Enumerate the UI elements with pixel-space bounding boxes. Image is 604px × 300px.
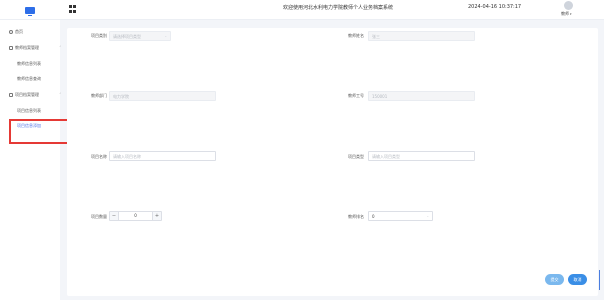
teacher-id-label: 教师工号: [348, 93, 364, 98]
count-value[interactable]: 0: [119, 213, 152, 218]
sidebar-item-teacher-query[interactable]: 教师信息查询: [17, 76, 41, 82]
main-panel: [67, 28, 598, 296]
project-name-placeholder: 请输入项目名称: [113, 154, 141, 159]
teacher-dept-value: 电力学院: [113, 94, 129, 99]
user-name-label: 教师: [561, 11, 569, 16]
chevron-down-icon: ⌄: [164, 34, 167, 38]
user-menu[interactable]: 教师▾: [561, 11, 572, 17]
project-type-placeholder: 请输入项目类型: [372, 154, 400, 159]
category-label: 项目类别: [91, 33, 107, 38]
category-select[interactable]: 请选择项目类型 ⌄: [109, 31, 171, 41]
sidebar-item-label: 首页: [15, 29, 23, 34]
top-header: 欢迎使用河北水利电力学院教师个人业务档案系统 2024-04-16 10:37:…: [0, 0, 604, 20]
project-name-label: 项目名称: [91, 154, 107, 159]
sidebar: 首页 教师档案管理 ⌃ 教师信息列表 教师信息查询 项目档案管理 ⌃ 项目信息列…: [0, 20, 62, 300]
menu-grid-icon[interactable]: [69, 5, 77, 13]
teacher-id-value: 150001: [372, 94, 388, 99]
project-type-label: 项目类型: [348, 154, 364, 159]
sidebar-item-label: 教师档案管理: [15, 45, 39, 50]
teacher-name-value: 张三: [372, 34, 380, 39]
sidebar-item-teacher-list[interactable]: 教师信息列表: [17, 61, 41, 67]
category-value: 请选择项目类型: [113, 34, 141, 39]
teacher-dept-field: 电力学院: [109, 91, 216, 101]
datetime-display: 2024-04-16 10:37:17: [468, 4, 522, 10]
sidebar-item-home[interactable]: 首页: [9, 29, 23, 35]
logo: [0, 0, 60, 20]
teacher-id-field: 150001: [368, 91, 475, 101]
avatar[interactable]: [564, 1, 573, 10]
folder-icon: [9, 92, 13, 97]
scrollbar[interactable]: [599, 270, 600, 290]
chevron-up-icon: ⌃: [59, 92, 62, 96]
save-button[interactable]: 提交: [545, 274, 564, 285]
sidebar-item-label: 项目档案管理: [15, 92, 39, 97]
sidebar-group-teacher-archive[interactable]: 教师档案管理 ⌃: [9, 45, 62, 51]
sidebar-item-project-list[interactable]: 项目信息列表: [17, 108, 41, 114]
count-label: 项目数量: [91, 214, 107, 219]
monitor-icon: [25, 6, 35, 16]
rank-value: 0: [372, 214, 375, 219]
project-type-input[interactable]: 请输入项目类型: [368, 151, 475, 161]
chevron-down-icon: ▾: [570, 12, 572, 16]
teacher-name-label: 教师姓名: [348, 33, 364, 38]
rank-select[interactable]: 0 ⌄: [368, 211, 433, 221]
teacher-dept-label: 教师部门: [91, 93, 107, 98]
sidebar-group-project-archive[interactable]: 项目档案管理 ⌃: [9, 92, 62, 98]
project-name-input[interactable]: 请输入项目名称: [109, 151, 216, 161]
count-stepper[interactable]: − 0 +: [109, 211, 162, 221]
folder-icon: [9, 45, 13, 50]
increment-button[interactable]: +: [152, 212, 161, 220]
chevron-up-icon: ⌃: [59, 45, 62, 49]
chevron-down-icon: ⌄: [426, 214, 429, 218]
welcome-text: 欢迎使用河北水利电力学院教师个人业务档案系统: [283, 5, 394, 11]
home-icon: [9, 29, 13, 34]
decrement-button[interactable]: −: [110, 212, 119, 220]
cancel-button[interactable]: 取消: [568, 274, 587, 285]
teacher-name-field: 张三: [368, 31, 475, 41]
rank-label: 教师排名: [348, 214, 364, 219]
